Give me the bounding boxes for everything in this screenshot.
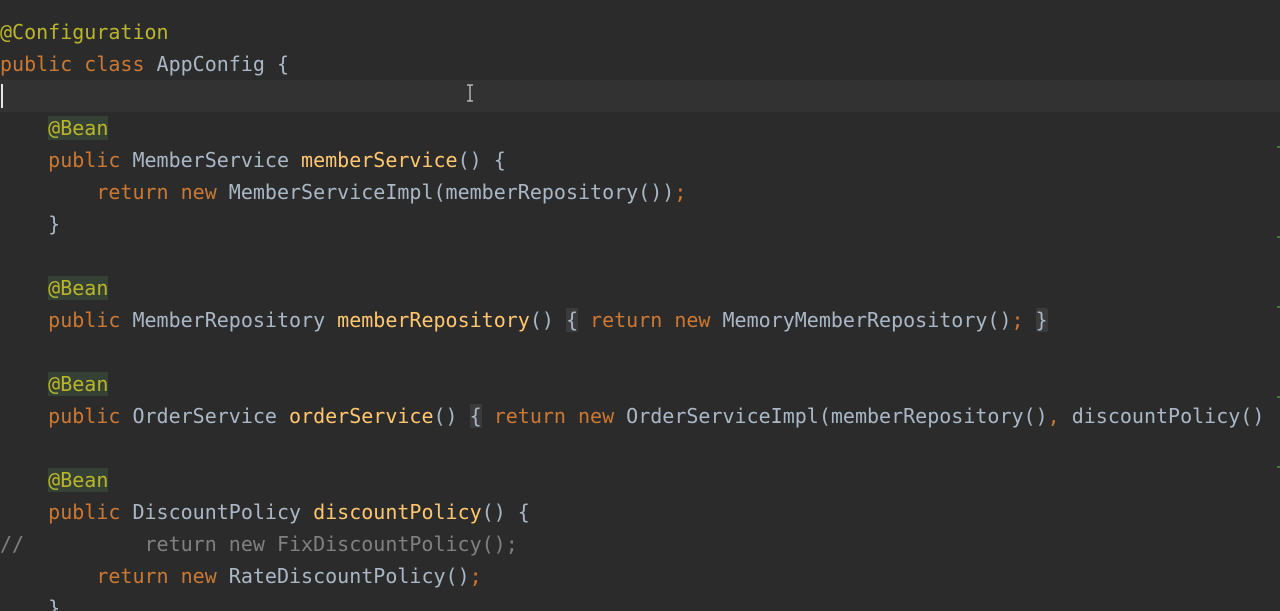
code-token: @Bean (48, 276, 109, 300)
code-token: ; (674, 180, 687, 204)
code-token: { (565, 308, 578, 332)
code-token: new (180, 564, 217, 588)
code-token: } (1035, 308, 1048, 332)
code-token: new (180, 180, 217, 204)
code-token: ; (469, 564, 482, 588)
code-line[interactable]: public MemberService memberService() { (0, 144, 1280, 176)
code-line[interactable]: // return new FixDiscountPolicy(); (0, 528, 1280, 560)
code-line[interactable]: @Configuration (0, 16, 1280, 48)
code-token: () { (457, 148, 506, 172)
code-line[interactable]: public MemberRepository memberRepository… (0, 304, 1280, 336)
code-token: @Bean (48, 372, 109, 396)
code-token: () (433, 404, 470, 428)
code-token: MemberRepository (120, 308, 338, 332)
code-token: RateDiscountPolicy() (216, 564, 470, 588)
code-token: public (48, 404, 121, 428)
code-token: return (96, 564, 169, 588)
code-token: public (48, 308, 121, 332)
code-token: new (578, 404, 615, 428)
code-line[interactable] (0, 432, 1280, 464)
code-token: public (48, 500, 121, 524)
code-line[interactable]: } (0, 592, 1280, 611)
code-token: OrderService (120, 404, 289, 428)
code-token: // return new FixDiscountPolicy(); (0, 532, 518, 556)
code-token: AppConfig { (144, 52, 290, 76)
code-token: public (48, 148, 121, 172)
code-line[interactable]: @Bean (0, 272, 1280, 304)
code-line[interactable]: @Bean (0, 112, 1280, 144)
code-line[interactable] (0, 240, 1280, 272)
code-line[interactable] (0, 336, 1280, 368)
code-token: memberService (301, 148, 458, 172)
code-token: new (674, 308, 711, 332)
code-token: orderService (289, 404, 434, 428)
code-token: MemberService (120, 148, 302, 172)
code-line[interactable]: return new MemberServiceImpl(memberRepos… (0, 176, 1280, 208)
code-token: OrderServiceImpl(memberRepository() (614, 404, 1048, 428)
code-line[interactable]: public class AppConfig { (0, 48, 1280, 80)
code-token: DiscountPolicy (120, 500, 314, 524)
code-token: public (0, 52, 73, 76)
code-token: @Bean (48, 468, 109, 492)
code-token: @Bean (48, 116, 109, 140)
code-line[interactable]: public OrderService orderService() { ret… (0, 400, 1280, 432)
code-token: ; (1011, 308, 1024, 332)
code-token: MemoryMemberRepository() (710, 308, 1012, 332)
code-line[interactable]: return new RateDiscountPolicy(); (0, 560, 1280, 592)
code-line[interactable]: } (0, 208, 1280, 240)
code-line[interactable] (0, 80, 1280, 112)
code-token: () (529, 308, 566, 332)
code-token: { (469, 404, 482, 428)
code-token: () { (481, 500, 530, 524)
code-token: discountPolicy (313, 500, 482, 524)
code-token: , (1047, 404, 1060, 428)
code-line[interactable]: @Bean (0, 368, 1280, 400)
code-token: } (0, 596, 61, 611)
text-caret (1, 84, 3, 108)
code-editor[interactable]: @Configuration public class AppConfig { @… (0, 0, 1280, 611)
code-token: return (96, 180, 169, 204)
ibeam-cursor-icon (467, 84, 473, 102)
code-token: discountPolicy() (1059, 404, 1265, 428)
code-token: @Configuration (0, 20, 169, 44)
code-token: memberRepository (337, 308, 530, 332)
code-token: return (493, 404, 566, 428)
code-token: MemberServiceImpl(memberRepository()) (216, 180, 675, 204)
code-token: class (84, 52, 145, 76)
code-line[interactable]: @Bean (0, 464, 1280, 496)
code-token: } (0, 212, 61, 236)
code-token: return (590, 308, 663, 332)
code-line[interactable]: public DiscountPolicy discountPolicy() { (0, 496, 1280, 528)
